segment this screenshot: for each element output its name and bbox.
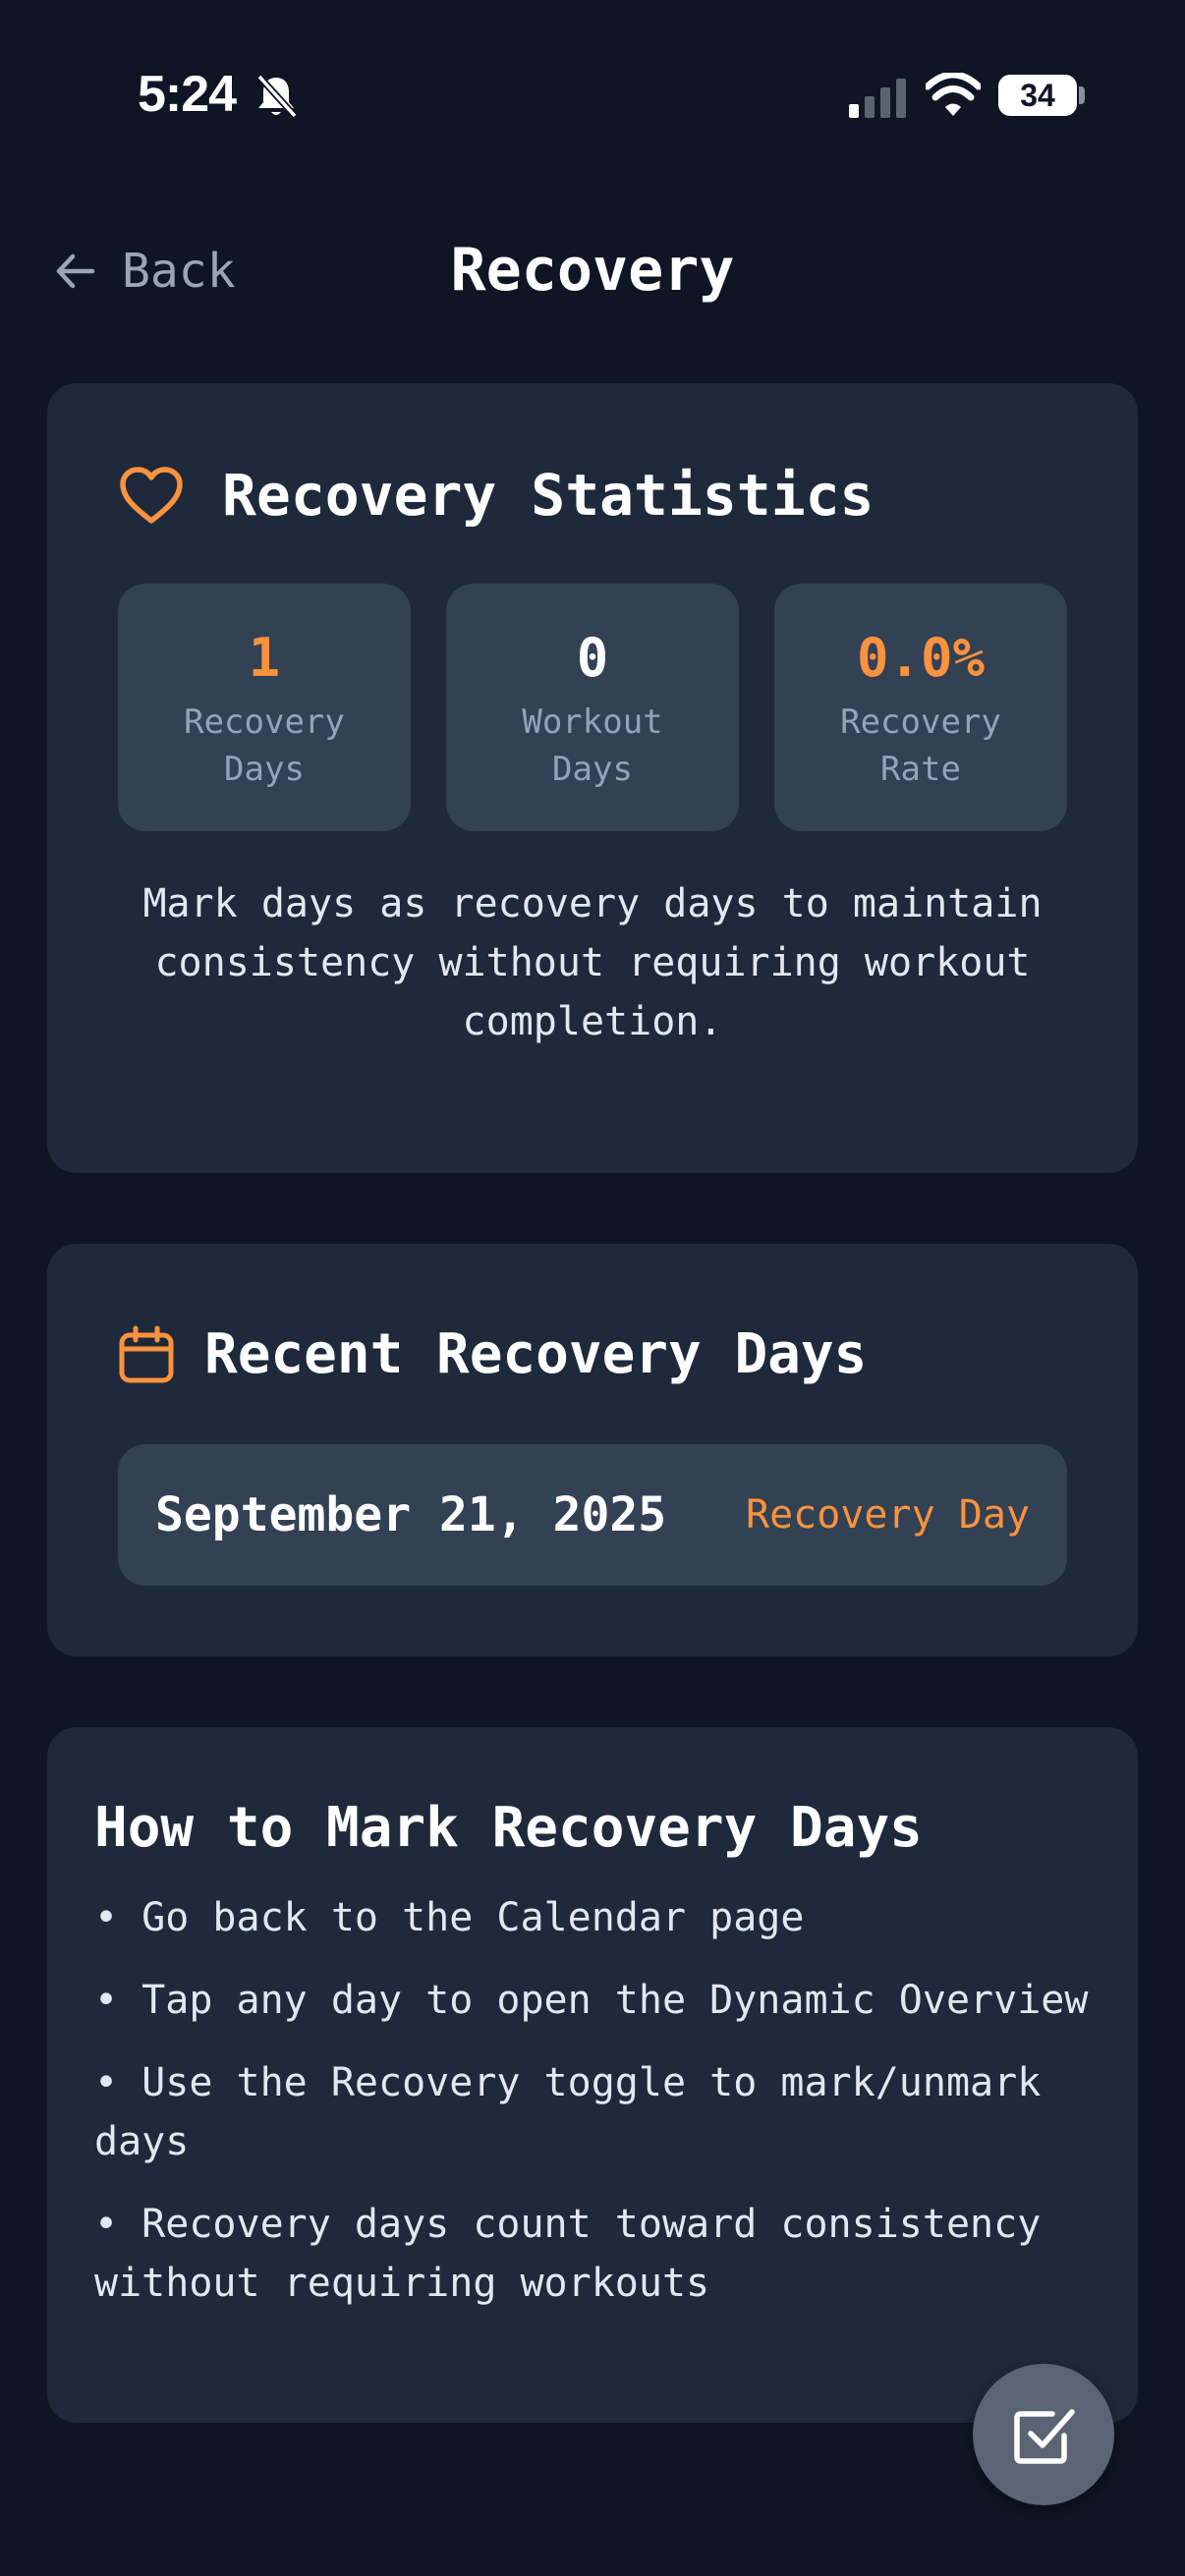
stat-label: Recovery Days [184,702,345,789]
how-to-card: How to Mark Recovery Days • Go back to t… [47,1727,1138,2423]
status-bar: 5:24 34 [0,0,1185,196]
status-time: 5:24 [138,66,237,123]
stat-recovery-rate: 0.0% Recovery Rate [774,584,1067,831]
recovery-statistics-card: Recovery Statistics 1 Recovery Days 0 Wo… [47,383,1138,1173]
recovery-statistics-header: Recovery Statistics [118,462,874,529]
list-item: • Tap any day to open the Dynamic Overvi… [94,1978,1089,2023]
stats-row: 1 Recovery Days 0 Workout Days 0.0% Reco… [118,584,1067,831]
calendar-icon [119,1325,174,1382]
battery-level: 34 [1020,77,1055,113]
stat-value: 0 [576,627,609,689]
card-title: Recent Recovery Days [204,1322,868,1386]
checkbox-icon [1014,2409,1075,2464]
recovery-date: September 21, 2025 [155,1487,667,1542]
list-item: • Go back to the Calendar page [94,1895,805,1940]
signal-icon [849,79,906,118]
card-title: Recovery Statistics [222,462,875,529]
recovery-day-row[interactable]: September 21, 2025 Recovery Day [118,1444,1067,1586]
stat-recovery-days: 1 Recovery Days [118,584,411,831]
list-item: • Recovery days count toward consistency… [94,2202,1042,2306]
recent-recovery-days-card: Recent Recovery Days September 21, 2025 … [47,1244,1138,1656]
stat-label: Workout Days [522,702,663,789]
recovery-day-tag: Recovery Day [746,1492,1030,1538]
stat-workout-days: 0 Workout Days [446,584,739,831]
stats-description: Mark days as recovery days to maintain c… [142,881,1043,1044]
battery-icon: 34 [998,75,1077,116]
stat-value: 0.0% [856,627,986,689]
wifi-icon [926,73,981,116]
how-to-steps: • Go back to the Calendar page • Tap any… [94,1888,1116,2336]
battery-tip [1079,86,1085,104]
stat-value: 1 [248,627,281,689]
card-title: How to Mark Recovery Days [94,1796,923,1860]
page-title: Recovery [450,236,735,305]
list-item: • Use the Recovery toggle to mark/unmark… [94,2060,1042,2164]
stat-label: Recovery Rate [840,702,1001,789]
bell-slash-icon [256,74,298,119]
heart-icon [120,467,183,524]
checkbox-fab-button[interactable] [973,2364,1114,2505]
recent-recovery-header: Recent Recovery Days [118,1322,867,1386]
header: Back Recovery [0,216,1185,334]
